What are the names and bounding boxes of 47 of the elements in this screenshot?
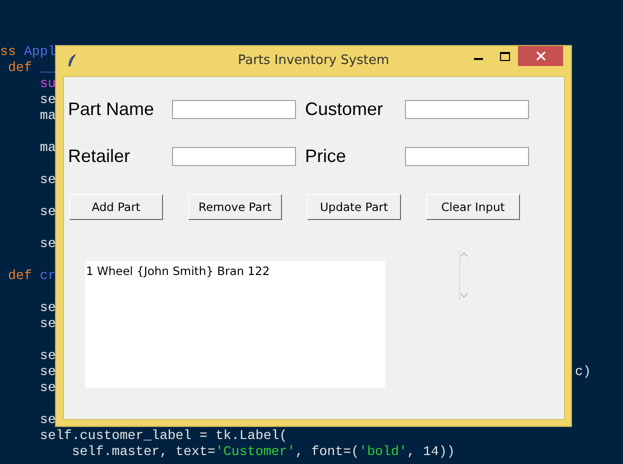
list-item[interactable]: 1 Wheel {John Smith} Bran 122 — [86, 264, 384, 278]
code-text: c) — [575, 364, 591, 380]
code-text: se — [38, 236, 56, 252]
code-text: se — [38, 412, 56, 428]
close-icon — [536, 51, 546, 61]
code-text: 'Customer' — [215, 444, 296, 460]
code-text: su — [38, 76, 56, 92]
action-button[interactable]: Clear Input — [426, 194, 520, 220]
code-text: 'bold' — [359, 444, 407, 460]
code-text: cr — [38, 268, 56, 284]
field-label: Retailer — [68, 146, 132, 167]
action-button[interactable]: Remove Part — [188, 194, 282, 220]
code-text: se — [38, 300, 56, 316]
code-text: def — [6, 60, 32, 76]
code-text: se — [38, 92, 56, 108]
code-text: ma — [38, 140, 56, 156]
code-text: se — [38, 364, 56, 380]
scroll-up-icon[interactable] — [460, 252, 468, 257]
close-button[interactable] — [518, 46, 563, 66]
code-text: se — [38, 204, 56, 220]
action-button[interactable]: Add Part — [69, 194, 163, 220]
scrollbar[interactable] — [459, 250, 468, 300]
field-label: Price — [305, 146, 348, 167]
code-text: se — [38, 348, 56, 364]
text-field[interactable] — [172, 100, 296, 119]
action-button[interactable]: Update Part — [307, 194, 401, 220]
feather-icon — [67, 54, 77, 68]
code-text: se — [38, 316, 56, 332]
field-label: Customer — [305, 99, 384, 120]
code-text: def — [6, 268, 32, 284]
code-text: self.master, text= — [70, 444, 216, 460]
code-text: se — [38, 380, 56, 396]
code-text: se — [38, 172, 56, 188]
maximize-icon — [500, 52, 510, 60]
code-text: , 14)) — [406, 444, 455, 460]
window-title: Parts Inventory System — [236, 53, 390, 68]
text-field[interactable] — [172, 147, 296, 166]
field-label: Part Name — [68, 99, 156, 120]
scroll-down-icon[interactable] — [460, 293, 468, 298]
text-field[interactable] — [405, 100, 529, 119]
parts-listbox[interactable]: 1 Wheel {John Smith} Bran 122 — [85, 261, 385, 388]
code-text: ss — [0, 44, 16, 60]
text-field[interactable] — [405, 147, 529, 166]
code-text: ma — [38, 108, 56, 124]
code-text: self.customer_label = tk.Label( — [38, 428, 288, 444]
code-text: Appl — [22, 44, 56, 60]
code-text: , font=( — [295, 444, 360, 460]
